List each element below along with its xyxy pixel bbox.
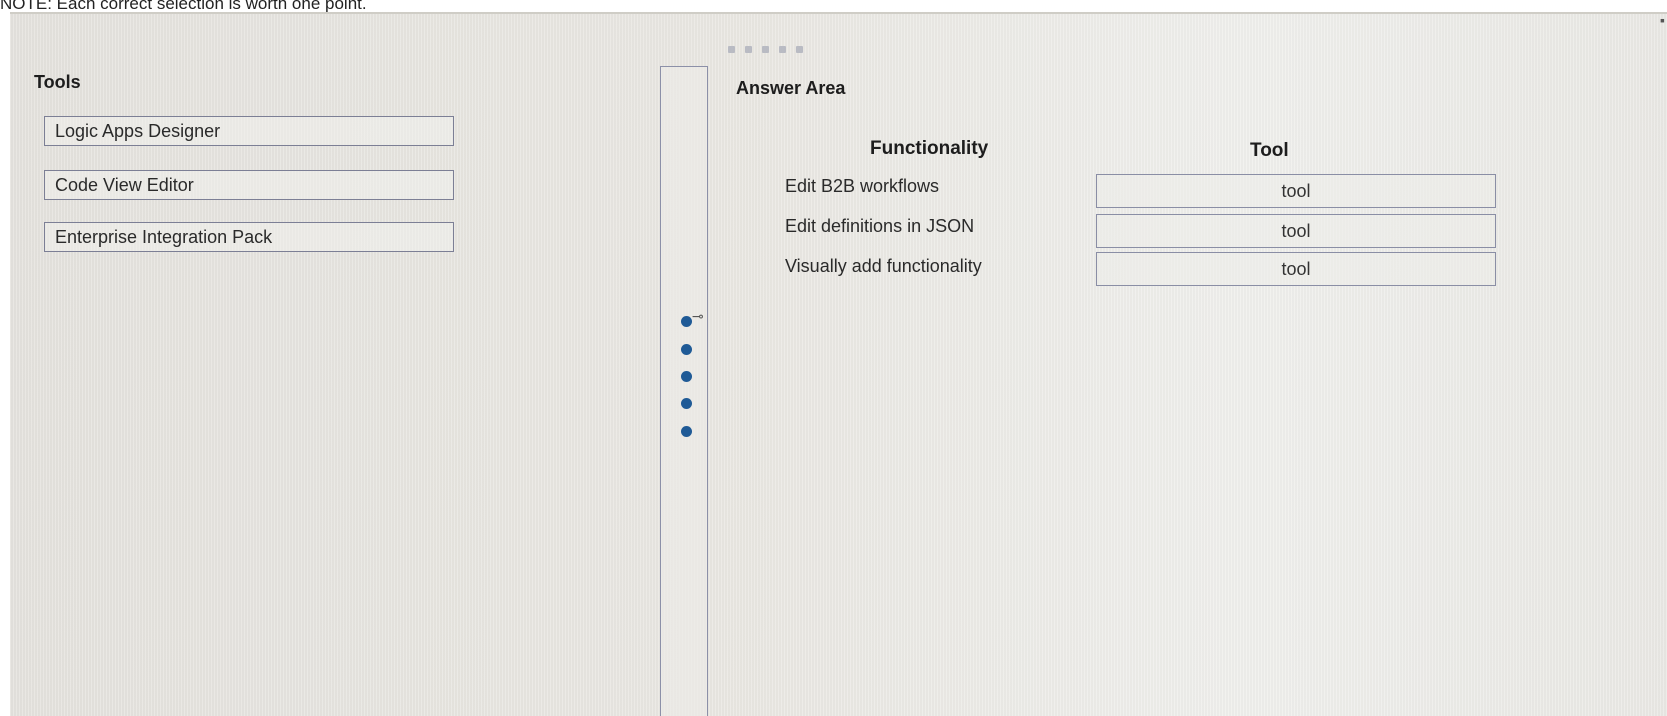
drag-handle-dots-icon [681,316,692,327]
answer-slot-json[interactable]: tool [1096,214,1496,248]
question-panel: ▪ Tools Logic Apps Designer Code View Ed… [10,12,1667,716]
tool-option-logic-apps-designer[interactable]: Logic Apps Designer [44,116,454,146]
drag-handle[interactable]: ⊸ [676,308,706,448]
functionality-label-b2b: Edit B2B workflows [785,176,940,196]
answer-slot-visual[interactable]: tool [1096,252,1496,286]
answer-slot-b2b[interactable]: tool [1096,174,1496,208]
tool-option-code-view-editor[interactable]: Code View Editor [44,170,454,200]
functionality-label-visual: Visually add functionality [785,256,982,276]
top-dots-icon [728,46,803,53]
corner-mark-icon: ▪ [1660,12,1665,28]
grip-icon: ⊸ [692,308,704,324]
drag-handle-dots-icon [681,344,692,355]
tool-column-header: Tool [1250,140,1289,161]
tool-option-enterprise-integration-pack[interactable]: Enterprise Integration Pack [44,222,454,252]
drag-handle-dots-icon [681,426,692,437]
answer-area-heading: Answer Area [736,78,846,98]
drag-handle-dots-icon [681,398,692,409]
tools-heading: Tools [34,72,81,92]
drag-handle-dots-icon [681,371,692,382]
panel-top-rule [10,12,1667,14]
functionality-column-header: Functionality [870,138,989,159]
functionality-label-json: Edit definitions in JSON [785,216,975,236]
